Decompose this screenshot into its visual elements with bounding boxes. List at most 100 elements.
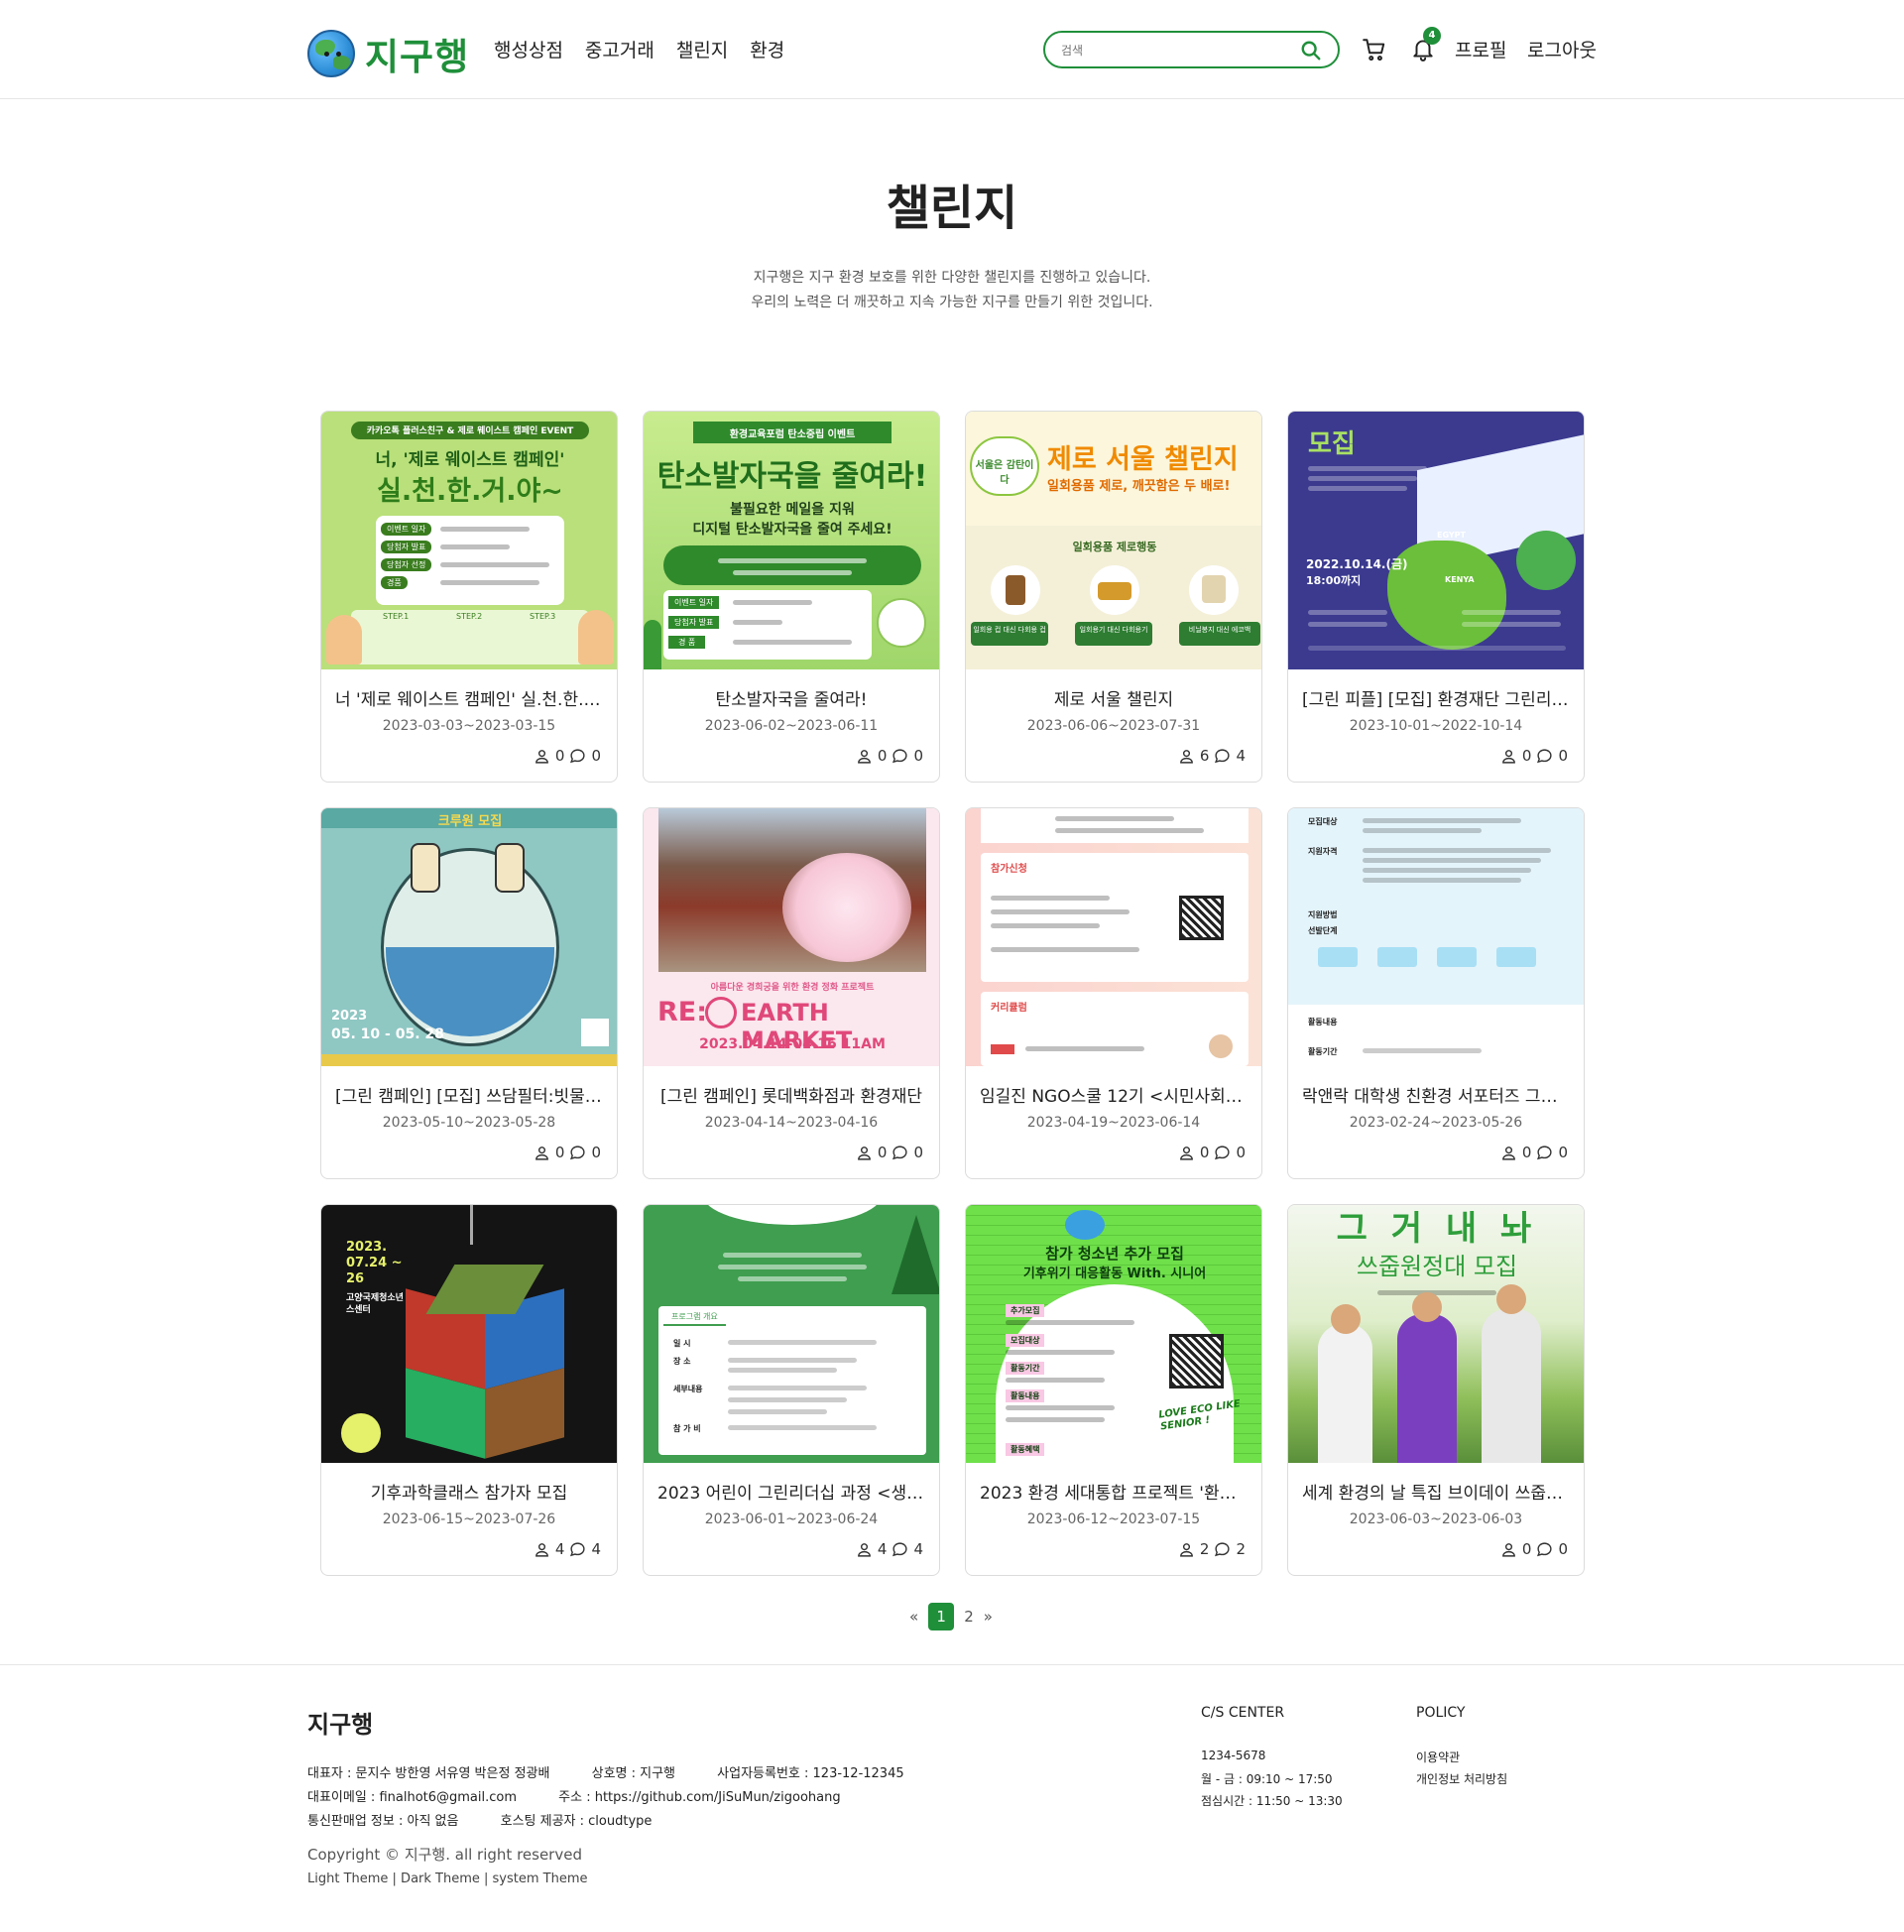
poster-subline: 일회용품 제로, 깨끗함은 두 배로! bbox=[1047, 479, 1231, 494]
comment-icon bbox=[892, 1541, 908, 1556]
challenge-title: [그린 캠페인] [모집] 쓰담필터:빗물받이 bbox=[335, 1087, 603, 1107]
user-icon bbox=[536, 1146, 548, 1160]
comment-count: 0 bbox=[1558, 1540, 1568, 1558]
challenge-date: 2023-04-14~2023-04-16 bbox=[704, 1115, 879, 1131]
challenge-card[interactable]: 참가 청소년 추가 모집 기후위기 대응활동 With. 시니어 추가모집 모집… bbox=[965, 1204, 1262, 1576]
participant-count: 0 bbox=[1521, 747, 1532, 765]
comment-icon bbox=[1537, 1541, 1553, 1556]
challenge-date: 2023-06-06~2023-07-31 bbox=[1026, 718, 1201, 734]
challenge-thumbnail: 참가 청소년 추가 모집 기후위기 대응활동 With. 시니어 추가모집 모집… bbox=[966, 1205, 1261, 1463]
challenge-card[interactable]: 참가신청 커리큘럼 임길진 NGO스쿨 12기 <시민사회 리더십> 2023-… bbox=[965, 807, 1262, 1179]
page-description-line1: 지구행은 지구 환경 보호를 위한 다양한 챌린지를 진행하고 있습니다. bbox=[753, 270, 1151, 286]
cart-icon[interactable] bbox=[1362, 37, 1387, 62]
challenge-stats: 4 4 bbox=[534, 1540, 601, 1558]
footer-info-line: 통신판매업 정보 : 아직 없음 호스팅 제공자 : cloudtype bbox=[307, 1810, 689, 1829]
comment-icon bbox=[1215, 1145, 1231, 1159]
challenge-stats: 0 0 bbox=[1500, 747, 1568, 765]
footer-brand: 지구행 bbox=[307, 1711, 374, 1739]
comment-count: 0 bbox=[1558, 1144, 1568, 1161]
logo[interactable]: 지구행 bbox=[307, 27, 469, 80]
participant-count: 0 bbox=[877, 747, 888, 765]
challenge-title: 탄소발자국을 줄여라! bbox=[715, 690, 868, 710]
profile-link[interactable]: 프로필 bbox=[1455, 36, 1506, 62]
challenge-thumbnail: 프로그램 개요 일 시 장 소 세부내용 참 가 비 bbox=[644, 1205, 939, 1463]
privacy-link[interactable]: 개인정보 처리방침 bbox=[1416, 1770, 1507, 1787]
poster-headline: 제로 서울 챌린지 bbox=[1047, 444, 1239, 475]
challenge-title: 제로 서울 챌린지 bbox=[1053, 690, 1174, 710]
user-icon bbox=[1180, 749, 1193, 764]
challenge-title: 2023 환경 세대통합 프로젝트 '환경지기' bbox=[980, 1484, 1248, 1504]
search-icon[interactable] bbox=[1300, 40, 1322, 61]
challenge-card[interactable]: 아름다운 경희궁을 위한 환경 정화 프로젝트 RE: EARTH MARKET… bbox=[643, 807, 940, 1179]
challenge-thumbnail: 아름다운 경희궁을 위한 환경 정화 프로젝트 RE: EARTH MARKET… bbox=[644, 808, 939, 1066]
comment-count: 0 bbox=[1236, 1144, 1246, 1161]
pagination-next[interactable]: » bbox=[984, 1608, 993, 1626]
footer-representatives: 대표자 : 문지수 방한영 서유영 박은정 정광배 bbox=[307, 1766, 550, 1781]
nav-item-environment[interactable]: 환경 bbox=[750, 36, 784, 62]
poster-headline: 탄소발자국을 줄여라! bbox=[656, 459, 928, 494]
challenge-card[interactable]: 프로그램 개요 일 시 장 소 세부내용 참 가 비 2023 어린이 그린리더… bbox=[643, 1204, 940, 1576]
terms-link[interactable]: 이용약관 bbox=[1416, 1749, 1460, 1765]
challenge-title: 세계 환경의 날 특집 브이데이 쓰줍원정대 모집 bbox=[1302, 1484, 1570, 1504]
poster-tag: 활동기간 bbox=[1006, 1362, 1045, 1375]
challenge-thumbnail: 참가신청 커리큘럼 bbox=[966, 808, 1261, 1066]
comment-count: 2 bbox=[1236, 1540, 1246, 1558]
poster-top-text: 카카오톡 플러스친구 & 제로 웨이스트 캠페인 EVENT bbox=[366, 426, 574, 436]
challenge-title: 임길진 NGO스쿨 12기 <시민사회 리더십> bbox=[980, 1087, 1248, 1107]
page-1-button[interactable]: 1 bbox=[928, 1603, 955, 1630]
site-header: 지구행 행성상점 중고거래 챌린지 환경 4 프로필 로그아웃 bbox=[0, 0, 1904, 99]
comment-icon bbox=[1537, 748, 1553, 763]
comment-icon bbox=[570, 1541, 586, 1556]
user-icon bbox=[536, 1542, 548, 1557]
comment-icon bbox=[1215, 1541, 1231, 1556]
challenge-card[interactable]: 모집 EGYPT KENYA 2022.10.14.(금) 18:00까지 [그… bbox=[1287, 411, 1585, 783]
challenge-date: 2023-06-03~2023-06-03 bbox=[1349, 1511, 1523, 1527]
user-icon bbox=[858, 749, 871, 764]
poster-step: STEP.2 bbox=[456, 612, 483, 621]
challenge-card[interactable]: 카카오톡 플러스친구 & 제로 웨이스트 캠페인 EVENT 너, '제로 웨이… bbox=[320, 411, 618, 783]
nav-item-shop[interactable]: 행성상점 bbox=[494, 36, 563, 62]
participant-count: 0 bbox=[877, 1144, 888, 1161]
comment-count: 0 bbox=[913, 1144, 923, 1161]
poster-tag: 활동내용 bbox=[1006, 1389, 1045, 1402]
poster-step: STEP.1 bbox=[383, 612, 410, 621]
user-icon bbox=[1502, 1146, 1515, 1160]
logo-text: 지구행 bbox=[365, 36, 470, 78]
poster-headline: 크루원 모집 bbox=[437, 814, 503, 829]
poster-row-label: 경품 bbox=[381, 576, 408, 589]
challenge-title: 2023 어린이 그린리더십 과정 <생태놀이터> bbox=[657, 1484, 925, 1504]
poster-headline: RE: bbox=[657, 997, 708, 1027]
challenge-card[interactable]: 서울은 감탄이다 제로 서울 챌린지 일회용품 제로, 깨끗함은 두 배로! 일… bbox=[965, 411, 1262, 783]
challenge-card[interactable]: 2023. 07.24 ~ 26 고양국제청소년 유스센터 기후과학클래스 참가… bbox=[320, 1204, 618, 1576]
comment-count: 4 bbox=[1236, 747, 1246, 765]
nav-item-used[interactable]: 중고거래 bbox=[585, 36, 654, 62]
poster-item: 일회용기 대신 다회용기 bbox=[1075, 622, 1152, 646]
poster-date: 2023. 07.24 ~ 26 bbox=[346, 1240, 403, 1286]
poster-headline-2: 쓰줍원정대 모집 bbox=[1356, 1253, 1518, 1280]
page-2-button[interactable]: 2 bbox=[964, 1608, 974, 1626]
logout-link[interactable]: 로그아웃 bbox=[1527, 36, 1597, 62]
participant-count: 4 bbox=[877, 1540, 888, 1558]
search-input[interactable] bbox=[1061, 41, 1299, 60]
comment-icon bbox=[570, 1145, 586, 1159]
user-icon bbox=[1502, 1542, 1515, 1557]
challenge-thumbnail: 모집대상 지원자격 지원방법 선발단계 활동내용 활동기간 bbox=[1288, 808, 1584, 1066]
challenge-card[interactable]: 크루원 모집 2023 05. 10 - 05. 28 [그린 캠페인] [모집… bbox=[320, 807, 618, 1179]
user-icon bbox=[1180, 1146, 1193, 1160]
challenge-card[interactable]: 환경교육포럼 탄소중립 이벤트 탄소발자국을 줄여라! 불필요한 메일을 지워 … bbox=[643, 411, 940, 783]
challenge-thumbnail: 환경교육포럼 탄소중립 이벤트 탄소발자국을 줄여라! 불필요한 메일을 지워 … bbox=[644, 412, 939, 669]
footer-hosting: 호스팅 제공자 : cloudtype bbox=[500, 1814, 653, 1829]
participant-count: 0 bbox=[1521, 1144, 1532, 1161]
poster-row-label: 이벤트 일자 bbox=[668, 596, 720, 609]
poster-headline: 참가 청소년 추가 모집 bbox=[1045, 1245, 1184, 1263]
theme-switcher[interactable]: Light Theme | Dark Theme | system Theme bbox=[307, 1872, 588, 1886]
poster-subline: 아름다운 경희궁을 위한 환경 정화 프로젝트 bbox=[710, 983, 875, 993]
challenge-thumbnail: 2023. 07.24 ~ 26 고양국제청소년 유스센터 bbox=[321, 1205, 617, 1463]
challenge-card[interactable]: 모집대상 지원자격 지원방법 선발단계 활동내용 활동기간 락앤락 대학생 친환… bbox=[1287, 807, 1585, 1179]
nav-item-challenge[interactable]: 챌린지 bbox=[676, 36, 728, 62]
challenge-card[interactable]: 그 거 내 놔 쓰줍원정대 모집 세계 환경의 날 특집 브이데이 쓰줍원정대 … bbox=[1287, 1204, 1585, 1576]
pagination-prev[interactable]: « bbox=[909, 1608, 918, 1626]
footer-copyright: Copyright © 지구행. all right reserved bbox=[307, 1846, 582, 1864]
challenge-thumbnail: 모집 EGYPT KENYA 2022.10.14.(금) 18:00까지 bbox=[1288, 412, 1584, 669]
comment-icon bbox=[570, 748, 586, 763]
